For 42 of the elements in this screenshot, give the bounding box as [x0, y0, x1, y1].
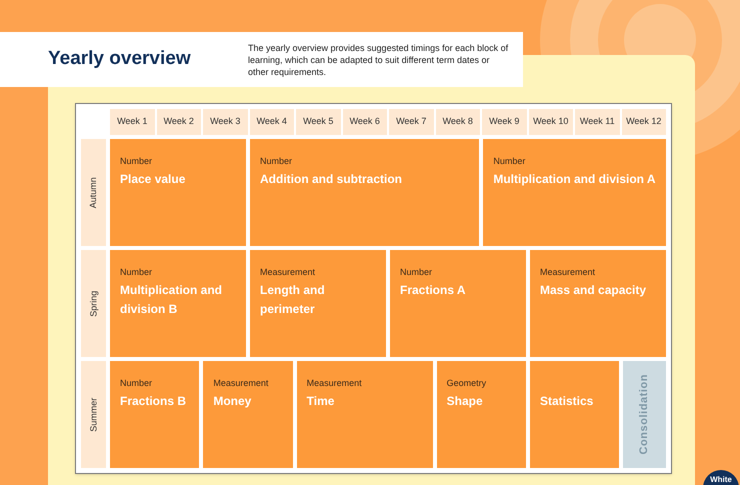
week-header: Week 12: [622, 109, 666, 135]
page-description: The yearly overview provides suggested timings for each block of learning, which can be adapted to suit different term dates or other requirements.: [248, 42, 510, 78]
block-category: Number: [120, 377, 152, 389]
block-category: Number: [400, 266, 432, 278]
week-header: Week 9: [482, 109, 526, 135]
week-header: Week 5: [296, 109, 340, 135]
block-title: Place value: [120, 171, 186, 188]
block-category: Number: [120, 266, 152, 278]
block-title: Consolidation: [637, 374, 652, 455]
page-title: Yearly overview: [48, 47, 192, 72]
block-category: Geometry: [446, 377, 486, 389]
week-header: Week 11: [575, 109, 620, 135]
block-title: Time: [306, 393, 334, 410]
week-header: Week 10: [528, 109, 573, 135]
week-header: Week 3: [203, 109, 248, 135]
badge: White: [703, 470, 739, 485]
term-label: Spring: [81, 250, 106, 357]
block-title: Fractions A: [400, 282, 466, 299]
term-label: Autumn: [81, 139, 106, 246]
week-header: Week 6: [342, 109, 387, 135]
block-title: Mass and capacity: [540, 282, 646, 299]
term-label: Summer: [81, 361, 106, 468]
block-title: Fractions B: [120, 393, 186, 410]
block-title: Length and perimeter: [260, 282, 326, 318]
block-title: Shape: [446, 393, 483, 410]
block-category: Measurement: [306, 377, 362, 389]
block-category: Number: [493, 155, 526, 167]
week-header: Week 2: [156, 109, 201, 135]
week-header: Week 7: [389, 109, 434, 135]
block-category: Number: [120, 155, 152, 167]
block-title: Multiplication and division A: [493, 171, 656, 188]
block-title: Money: [213, 393, 252, 410]
block-title: Statistics: [540, 393, 594, 410]
block-category: Measurement: [540, 266, 596, 278]
block-category: Measurement: [260, 266, 316, 278]
block-title: Multiplication and division B: [120, 282, 223, 318]
block-category: Measurement: [213, 377, 268, 389]
block-category: Number: [260, 155, 292, 167]
week-header: Week 1: [110, 109, 154, 135]
block-title: Addition and subtraction: [260, 171, 402, 188]
week-header: Week 4: [250, 109, 294, 135]
week-header: Week 8: [436, 109, 480, 135]
